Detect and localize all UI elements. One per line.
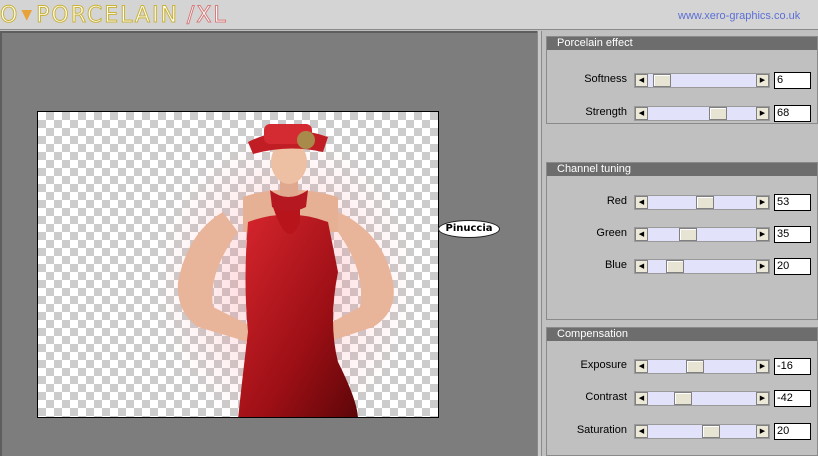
strength-label: Strength [585,106,627,118]
right-arrow-icon[interactable]: ▶ [756,107,769,120]
splitter[interactable] [537,31,542,456]
strength-value-input[interactable]: 68 [774,105,811,122]
softness-slider[interactable]: ◀ ▶ [634,73,770,88]
right-arrow-icon[interactable]: ▶ [756,360,769,373]
red-slider-thumb[interactable] [696,196,714,209]
logo-o: O [0,2,20,28]
logo-name: PORCELAIN [36,2,179,28]
right-arrow-icon[interactable]: ▶ [756,196,769,209]
exposure-label: Exposure [580,359,627,371]
panel-title: Compensation [547,328,817,341]
green-slider[interactable]: ◀ ▶ [634,227,770,242]
strength-control: Strength ◀ ▶ 68 [547,105,818,122]
exposure-slider[interactable]: ◀ ▶ [634,359,770,374]
title-bar: O ▼ PORCELAIN /XL www.xero-graphics.co.u… [0,0,818,30]
green-label: Green [596,227,627,239]
blue-label: Blue [604,259,627,271]
watermark-badge: Pinuccia [438,220,500,238]
red-slider[interactable]: ◀ ▶ [634,195,770,210]
preview-image [156,124,416,417]
softness-label: Softness [584,73,627,85]
panel-channel-tuning: Channel tuning Red ◀ ▶ 53 Green ◀ ▶ 35 Blue ◀ ▶ 20 [546,162,818,320]
saturation-slider-thumb[interactable] [702,425,720,438]
preview-area: Pinuccia [0,31,537,456]
left-arrow-icon[interactable]: ◀ [635,74,648,87]
exposure-control: Exposure ◀ ▶ -16 [547,358,818,375]
logo-triangle-icon: ▼ [21,7,35,23]
saturation-slider[interactable]: ◀ ▶ [634,424,770,439]
contrast-value-input[interactable]: -42 [774,390,811,407]
left-arrow-icon[interactable]: ◀ [635,228,648,241]
contrast-slider[interactable]: ◀ ▶ [634,391,770,406]
blue-control: Blue ◀ ▶ 20 [547,258,818,275]
contrast-control: Contrast ◀ ▶ -42 [547,390,818,407]
green-slider-thumb[interactable] [679,228,697,241]
red-control: Red ◀ ▶ 53 [547,194,818,211]
strength-slider-thumb[interactable] [709,107,727,120]
red-value-input[interactable]: 53 [774,194,811,211]
red-label: Red [606,195,627,207]
left-arrow-icon[interactable]: ◀ [635,196,648,209]
blue-value-input[interactable]: 20 [774,258,811,275]
panel-compensation: Compensation Exposure ◀ ▶ -16 Contrast ◀ ▶ -42 Sa… [546,327,818,456]
saturation-value-input[interactable]: 20 [774,423,811,440]
left-arrow-icon[interactable]: ◀ [635,392,648,405]
strength-slider[interactable]: ◀ ▶ [634,106,770,121]
panel-title: Porcelain effect [547,37,817,50]
left-arrow-icon[interactable]: ◀ [635,425,648,438]
softness-slider-thumb[interactable] [653,74,671,87]
logo-suffix: /XL [186,2,228,28]
left-arrow-icon[interactable]: ◀ [635,360,648,373]
blue-slider[interactable]: ◀ ▶ [634,259,770,274]
right-arrow-icon[interactable]: ▶ [756,228,769,241]
left-arrow-icon[interactable]: ◀ [635,107,648,120]
blue-slider-thumb[interactable] [666,260,684,273]
right-arrow-icon[interactable]: ▶ [756,260,769,273]
green-value-input[interactable]: 35 [774,226,811,243]
panel-title: Channel tuning [547,163,817,176]
saturation-control: Saturation ◀ ▶ 20 [547,423,818,440]
right-arrow-icon[interactable]: ▶ [756,74,769,87]
exposure-slider-thumb[interactable] [686,360,704,373]
softness-control: Softness ◀ ▶ 6 [547,72,818,89]
softness-value-input[interactable]: 6 [774,72,811,89]
right-arrow-icon[interactable]: ▶ [756,425,769,438]
right-arrow-icon[interactable]: ▶ [756,392,769,405]
website-link[interactable]: www.xero-graphics.co.uk [678,10,800,22]
green-control: Green ◀ ▶ 35 [547,226,818,243]
exposure-value-input[interactable]: -16 [774,358,811,375]
left-arrow-icon[interactable]: ◀ [635,260,648,273]
saturation-label: Saturation [576,424,627,436]
contrast-label: Contrast [585,391,627,403]
preview-canvas[interactable] [37,111,439,418]
app-logo: O ▼ PORCELAIN /XL [0,2,228,28]
contrast-slider-thumb[interactable] [674,392,692,405]
panel-porcelain-effect: Porcelain effect Softness ◀ ▶ 6 Strength ◀ ▶ 68 [546,36,818,124]
